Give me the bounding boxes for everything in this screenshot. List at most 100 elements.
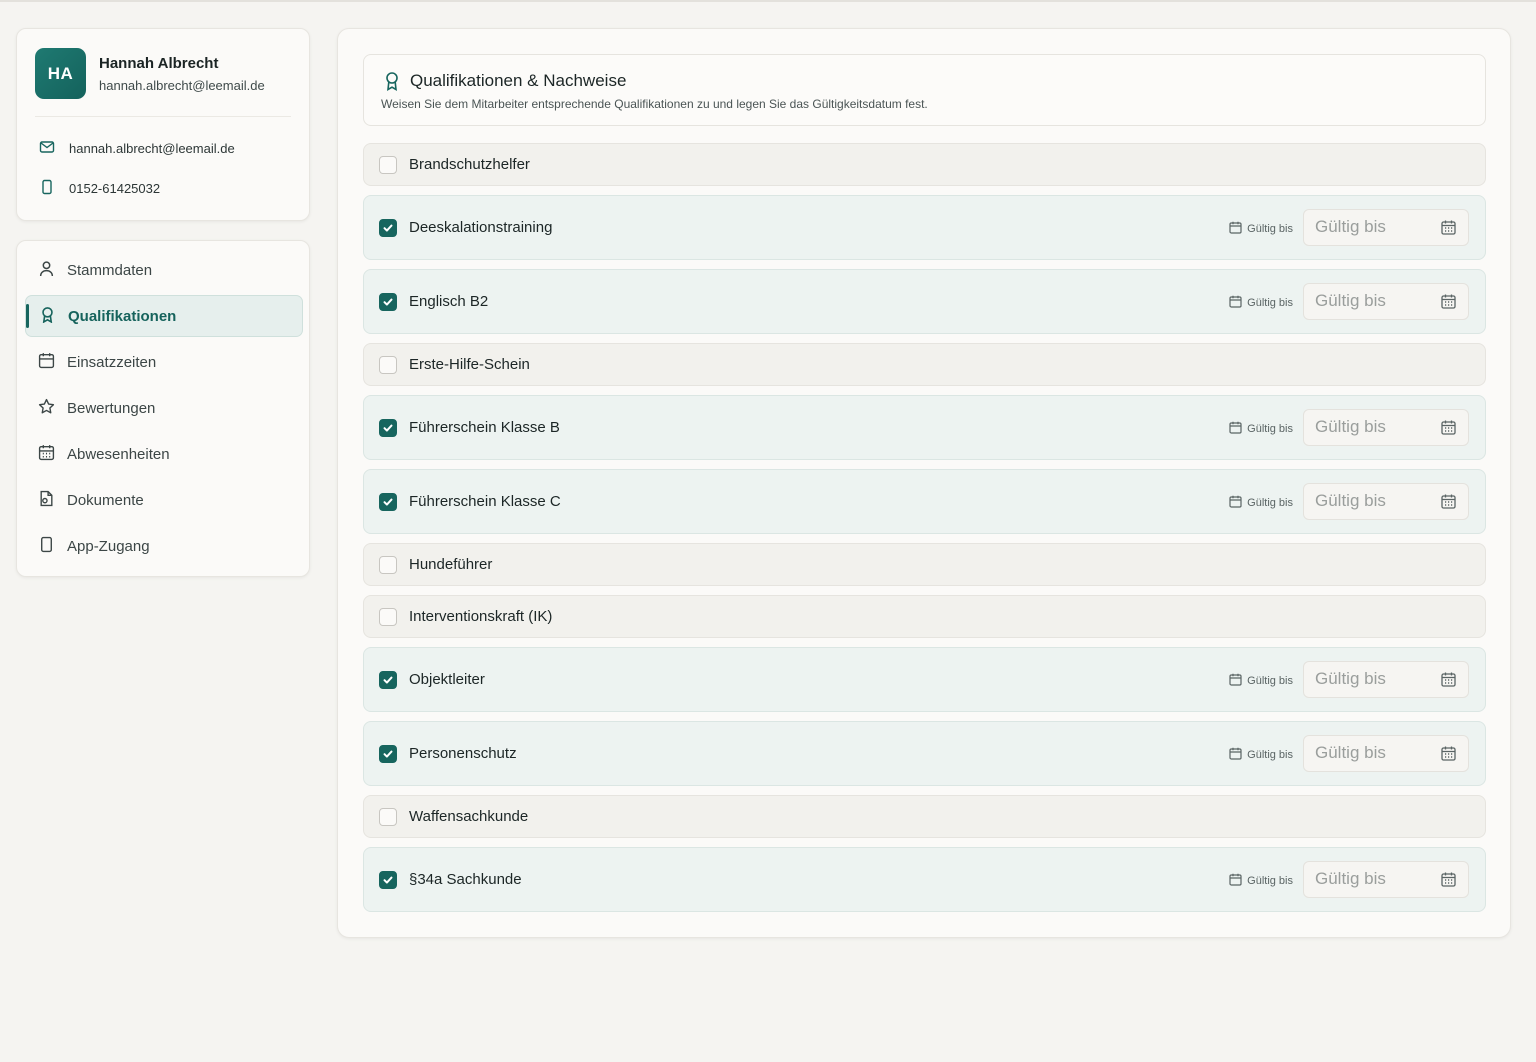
qualification-row: Führerschein Klasse C Gültig bis Gültig b… [363,469,1486,534]
sidebar-item-label: Stammdaten [67,261,153,279]
sidebar-item-label: Dokumente [67,491,144,509]
qualification-checkbox[interactable] [379,418,397,437]
qualification-checkbox[interactable] [379,807,397,826]
qualification-checkbox[interactable] [379,670,397,689]
date-placeholder: Gültig bis [1315,669,1386,688]
calendar-grid-icon [38,444,55,465]
contact-email-row: hannah.albrecht@leemail.de [39,139,235,158]
calendar-icon [1229,421,1242,437]
valid-until-text: Gültig bis [1247,496,1293,509]
valid-until-label: Gültig bis [1229,673,1293,689]
main-panel: Qualifikationen & Nachweise Weisen Sie d… [337,28,1511,938]
qualification-label: Objektleiter [409,670,485,688]
valid-until-label: Gültig bis [1229,295,1293,311]
sidebar-item-label: Abwesenheiten [67,445,170,463]
section-subtitle: Weisen Sie dem Mitarbeiter entsprechende… [381,97,928,111]
qualification-row: Führerschein Klasse B Gültig bis Gültig b… [363,395,1486,460]
star-icon [38,398,55,419]
qualification-row: Interventionskraft (IK) [363,595,1486,638]
valid-until-text: Gültig bis [1247,422,1293,435]
valid-until-label: Gültig bis [1229,747,1293,763]
sidebar-item-dokumente[interactable]: Dokumente [25,479,303,521]
valid-until-date-input[interactable]: Gültig bis [1303,482,1469,520]
calendar-icon [1229,295,1242,311]
qualification-label: Führerschein Klasse C [409,492,561,510]
user-icon [38,260,55,281]
contact-phone[interactable]: 0152-61425032 [69,181,160,196]
valid-until-date-input[interactable]: Gültig bis [1303,408,1469,446]
calendar-icon [1229,873,1242,889]
qualification-row: Hundeführer [363,543,1486,586]
qualification-label: Hundeführer [409,555,493,573]
qualification-label: Personenschutz [409,744,517,762]
qualification-row: Deeskalationstraining Gültig bis Gültig b… [363,195,1486,260]
valid-until-label: Gültig bis [1229,221,1293,237]
valid-until-date-input[interactable]: Gültig bis [1303,860,1469,898]
sidebar-item-label: Einsatzzeiten [67,353,157,371]
qualification-row: Objektleiter Gültig bis Gültig bis [363,647,1486,712]
qualification-label: Deeskalationstraining [409,218,553,236]
qualification-row: Brandschutzhelfer [363,143,1486,186]
sidebar-item-abwesenheiten[interactable]: Abwesenheiten [25,433,303,475]
qualification-label: Waffensachkunde [409,807,529,825]
sidebar-item-einsatzzeiten[interactable]: Einsatzzeiten [25,341,303,383]
smartphone-icon [38,536,55,557]
date-placeholder: Gültig bis [1315,417,1386,436]
qualification-row: Personenschutz Gültig bis Gültig bis [363,721,1486,786]
qualification-checkbox[interactable] [379,218,397,237]
qualification-checkbox[interactable] [379,292,397,311]
phone-icon [39,179,55,198]
qualification-checkbox[interactable] [379,744,397,763]
valid-until-date-input[interactable]: Gültig bis [1303,660,1469,698]
qualification-row: Englisch B2 Gültig bis Gültig bis [363,269,1486,334]
profile-name: Hannah Albrecht [99,55,219,72]
qualification-label: §34a Sachkunde [409,870,522,888]
qualification-row: Erste-Hilfe-Schein [363,343,1486,386]
sidebar-item-bewertungen[interactable]: Bewertungen [25,387,303,429]
qualification-checkbox[interactable] [379,870,397,889]
mail-icon [39,139,55,158]
qualification-row: §34a Sachkunde Gültig bis Gültig bis [363,847,1486,912]
valid-until-text: Gültig bis [1247,222,1293,235]
valid-until-label: Gültig bis [1229,495,1293,511]
date-placeholder: Gültig bis [1315,869,1386,888]
section-header: Qualifikationen & Nachweise Weisen Sie d… [363,54,1486,126]
profile-email: hannah.albrecht@leemail.de [99,78,265,93]
qualification-label: Englisch B2 [409,292,489,310]
award-icon [39,306,56,327]
date-placeholder: Gültig bis [1315,217,1386,236]
qualification-label: Interventionskraft (IK) [409,607,553,625]
valid-until-text: Gültig bis [1247,296,1293,309]
valid-until-date-input[interactable]: Gültig bis [1303,282,1469,320]
contact-email[interactable]: hannah.albrecht@leemail.de [69,141,235,156]
profile-card: HA Hannah Albrecht hannah.albrecht@leema… [16,28,310,221]
calendar-icon [1229,747,1242,763]
divider [35,116,291,117]
qualification-checkbox[interactable] [379,355,397,374]
award-icon [383,71,401,91]
sidebar-item-label: Qualifikationen [68,307,177,325]
date-placeholder: Gültig bis [1315,743,1386,762]
qualification-row: Waffensachkunde [363,795,1486,838]
avatar: HA [35,48,86,99]
valid-until-date-input[interactable]: Gültig bis [1303,208,1469,246]
qualification-checkbox[interactable] [379,607,397,626]
document-icon [38,490,55,511]
sidebar-item-app-zugang[interactable]: App-Zugang [25,525,303,567]
valid-until-date-input[interactable]: Gültig bis [1303,734,1469,772]
calendar-icon [1229,221,1242,237]
sidebar-item-qualifikationen[interactable]: Qualifikationen [25,295,303,337]
date-placeholder: Gültig bis [1315,491,1386,510]
qualification-checkbox[interactable] [379,492,397,511]
date-placeholder: Gültig bis [1315,291,1386,310]
calendar-icon [1229,495,1242,511]
qualification-checkbox[interactable] [379,155,397,174]
qualification-checkbox[interactable] [379,555,397,574]
sidebar-item-label: App-Zugang [67,537,150,555]
sidebar-item-stammdaten[interactable]: Stammdaten [25,249,303,291]
sidebar-nav: Stammdaten Qualifikationen Einsatzzeiten… [16,240,310,577]
contact-phone-row: 0152-61425032 [39,179,160,198]
valid-until-text: Gültig bis [1247,674,1293,687]
calendar-icon [38,352,55,373]
valid-until-label: Gültig bis [1229,873,1293,889]
